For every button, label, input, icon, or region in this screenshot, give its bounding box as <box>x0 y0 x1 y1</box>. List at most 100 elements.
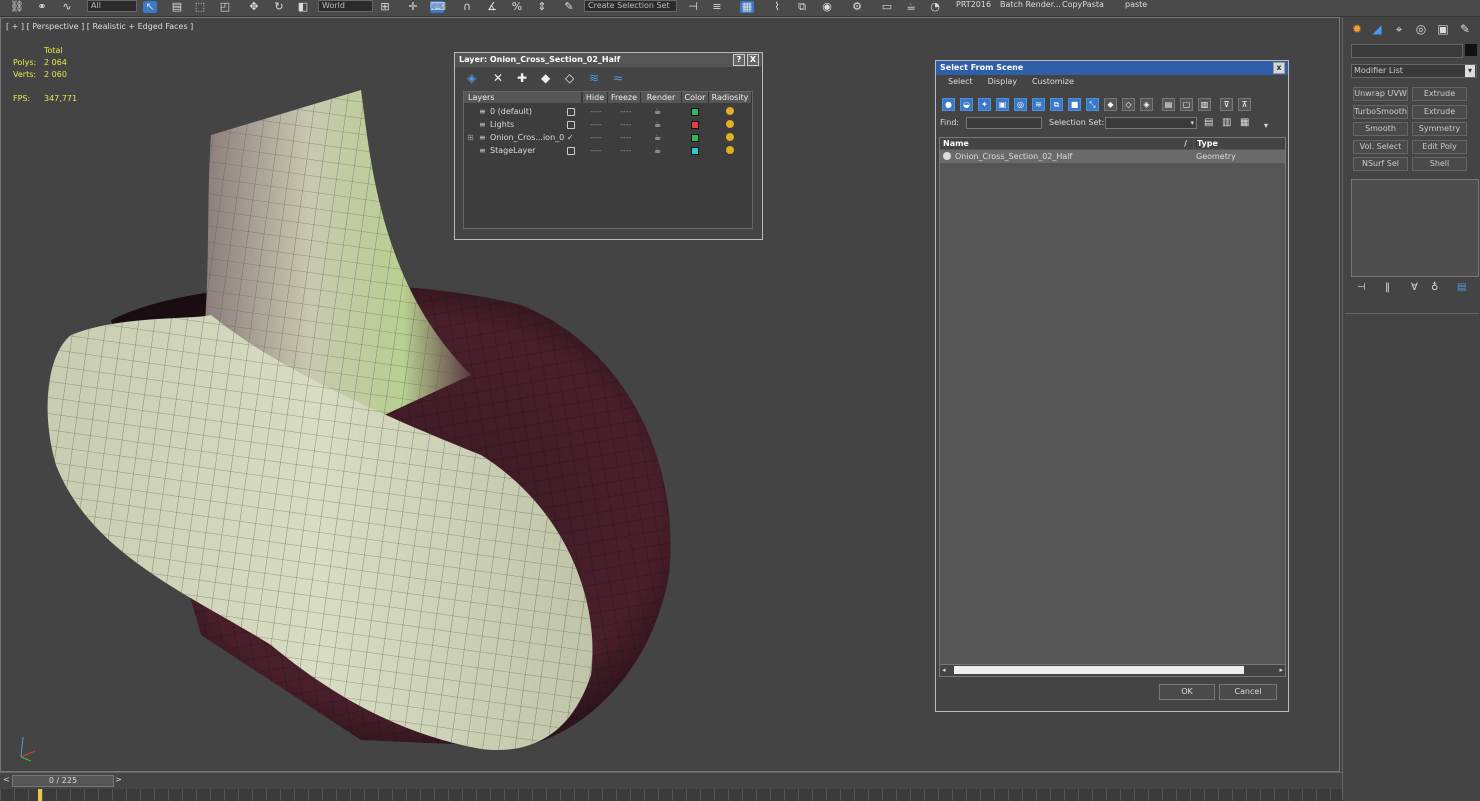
freeze-toggle[interactable]: ---- <box>620 144 632 157</box>
select-manipulate-icon[interactable]: ✛ <box>406 1 420 13</box>
prev-frame-button[interactable]: < <box>3 775 10 784</box>
col-hide[interactable]: Hide <box>583 92 608 103</box>
current-layer-checkbox[interactable] <box>567 121 575 129</box>
script-paste[interactable]: paste <box>1125 0 1147 10</box>
set-current-layer-icon[interactable]: ≋ <box>589 71 599 85</box>
align-icon[interactable]: ≡ <box>710 1 724 13</box>
display-xrefs-icon[interactable]: ■ <box>1068 98 1081 111</box>
rotate-icon[interactable]: ↻ <box>272 1 286 13</box>
col-render[interactable]: Render <box>641 92 682 103</box>
hide-toggle[interactable]: ---- <box>590 144 602 157</box>
named-selection-icon[interactable]: ✎ <box>562 1 576 13</box>
named-selection-dropdown[interactable]: Create Selection Set <box>584 0 677 12</box>
current-layer-checkbox[interactable] <box>567 147 575 155</box>
window-crossing-icon[interactable]: ◰ <box>218 1 232 13</box>
angle-snap-icon[interactable]: ∡ <box>485 1 499 13</box>
col-layers[interactable]: Layers <box>464 92 582 103</box>
modify-tab-icon[interactable]: ◢ <box>1369 21 1385 37</box>
render-production-icon[interactable]: ◔ <box>928 1 942 13</box>
select-none-icon[interactable]: ▢ <box>1180 98 1193 111</box>
hide-all-layers-icon[interactable]: ≈ <box>613 71 623 85</box>
col-color[interactable]: Color <box>682 92 709 103</box>
next-frame-button[interactable]: > <box>115 775 122 784</box>
render-teapot-icon[interactable]: ☕ <box>654 105 661 118</box>
layer-color-swatch[interactable] <box>691 147 699 155</box>
display-tab-icon[interactable]: ▣ <box>1435 21 1451 37</box>
radiosity-icon[interactable] <box>726 146 734 154</box>
col-name[interactable]: Name / <box>940 138 1193 149</box>
layer-row[interactable]: ≡ 0 (default) ---- ---- ☕ <box>464 105 752 118</box>
snap-toggle-icon[interactable]: ∩ <box>460 1 474 13</box>
pivot-icon[interactable]: ⊞ <box>378 1 392 13</box>
modifier-button[interactable]: Extrude <box>1412 104 1467 119</box>
object-name-field[interactable] <box>1351 44 1463 58</box>
menu-select[interactable]: Select <box>948 75 973 89</box>
filter-options-icon[interactable]: ⊼ <box>1238 98 1251 111</box>
schematic-view-icon[interactable]: ⧉ <box>795 1 809 13</box>
utilities-tab-icon[interactable]: ✎ <box>1457 21 1473 37</box>
keyboard-shortcut-icon[interactable]: ⌨ <box>430 1 446 13</box>
modifier-button[interactable]: Unwrap UVW <box>1353 87 1408 101</box>
layer-color-swatch[interactable] <box>691 121 699 129</box>
script-prt2016[interactable]: PRT2016 <box>956 0 991 10</box>
radiosity-icon[interactable] <box>726 133 734 141</box>
render-teapot-icon[interactable]: ☕ <box>654 144 661 157</box>
delete-layer-icon[interactable]: ✕ <box>493 71 503 85</box>
script-batch-render[interactable]: Batch Render... <box>1000 0 1061 10</box>
display-all-icon[interactable]: ◆ <box>1104 98 1117 111</box>
new-layer-icon[interactable]: ◈ <box>467 71 476 85</box>
horizontal-scrollbar[interactable]: ◂ ▸ <box>940 664 1285 676</box>
scale-icon[interactable]: ◧ <box>296 1 310 13</box>
unlink-icon[interactable]: ⚭ <box>35 1 49 13</box>
col-radiosity[interactable]: Radiosity <box>709 92 752 103</box>
display-groups-icon[interactable]: ⧉ <box>1050 98 1063 111</box>
select-layer-icon[interactable]: ◇ <box>565 71 574 85</box>
display-invert-icon[interactable]: ◈ <box>1140 98 1153 111</box>
menu-customize[interactable]: Customize <box>1032 75 1074 89</box>
remove-selection-set-icon[interactable]: ▦ <box>1240 117 1249 128</box>
create-tab-icon[interactable]: ✹ <box>1349 21 1365 37</box>
layer-color-swatch[interactable] <box>691 108 699 116</box>
find-input[interactable] <box>966 117 1042 129</box>
rect-selection-icon[interactable]: ⬚ <box>193 1 207 13</box>
cancel-button[interactable]: Cancel <box>1219 684 1277 700</box>
radiosity-icon[interactable] <box>726 107 734 115</box>
select-object-icon[interactable]: ↖ <box>143 1 157 13</box>
object-color-swatch[interactable] <box>1465 44 1477 56</box>
curve-editor-icon[interactable]: ⌇ <box>770 1 784 13</box>
hide-toggle[interactable]: ---- <box>590 118 602 131</box>
mirror-icon[interactable]: ⊣ <box>686 1 700 13</box>
render-teapot-icon[interactable]: ☕ <box>654 118 661 131</box>
layer-row[interactable]: ≡ StageLayer ---- ---- ☕ <box>464 144 752 157</box>
hide-toggle[interactable]: ---- <box>590 131 602 144</box>
add-to-layer-icon[interactable]: ✚ <box>517 71 527 85</box>
spinner-snap-icon[interactable]: ⇕ <box>535 1 549 13</box>
expand-icon[interactable]: ⊞ <box>467 131 474 144</box>
edit-selection-set-icon[interactable]: ▥ <box>1222 117 1231 128</box>
menu-display[interactable]: Display <box>988 75 1018 89</box>
options-chevron-icon[interactable]: ▾ <box>1264 121 1268 130</box>
sfs-close-button[interactable]: x <box>1273 62 1285 74</box>
configure-sets-icon[interactable]: ▤ <box>1457 282 1466 293</box>
hide-toggle[interactable]: ---- <box>590 105 602 118</box>
modifier-button[interactable]: Symmetry <box>1412 122 1467 136</box>
pin-stack-icon[interactable]: ⊣ <box>1357 282 1366 293</box>
display-helpers-icon[interactable]: ◎ <box>1014 98 1027 111</box>
save-selection-set-icon[interactable]: ▤ <box>1204 117 1213 128</box>
current-frame-marker[interactable] <box>38 789 42 801</box>
display-bones-icon[interactable]: ⤡ <box>1086 98 1099 111</box>
modifier-button[interactable]: TurboSmooth <box>1353 104 1408 119</box>
hierarchy-tab-icon[interactable]: ⌖ <box>1391 21 1407 37</box>
modifier-button[interactable]: Smooth <box>1353 122 1408 136</box>
motion-tab-icon[interactable]: ◎ <box>1413 21 1429 37</box>
select-invert-icon[interactable]: ▥ <box>1198 98 1211 111</box>
select-by-name-icon[interactable]: ▤ <box>170 1 184 13</box>
freeze-toggle[interactable]: ---- <box>620 118 632 131</box>
render-teapot-icon[interactable]: ☕ <box>654 131 661 144</box>
current-layer-checkbox[interactable] <box>567 108 575 116</box>
move-icon[interactable]: ✥ <box>247 1 261 13</box>
scrollbar-thumb[interactable] <box>954 666 1244 674</box>
render-frame-icon[interactable]: ▭ <box>880 1 894 13</box>
current-layer-check-icon[interactable]: ✓ <box>567 131 574 144</box>
show-end-result-icon[interactable]: ‖ <box>1385 282 1390 293</box>
